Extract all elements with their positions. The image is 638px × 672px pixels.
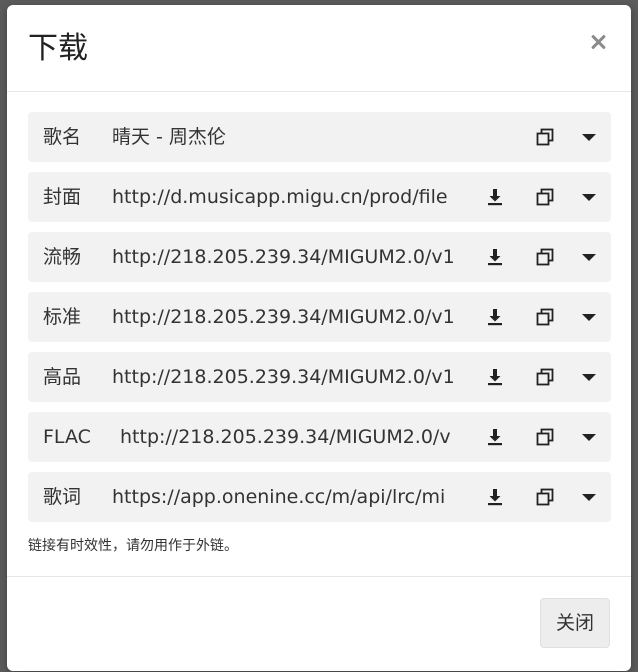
caret-down-icon[interactable] bbox=[579, 427, 599, 447]
row-label: 高品 bbox=[43, 366, 82, 388]
caret-down-icon[interactable] bbox=[579, 307, 599, 327]
row-value[interactable]: http://218.205.239.34/MIGUM2.0/v1 bbox=[112, 352, 458, 402]
close-button[interactable]: 关闭 bbox=[540, 598, 610, 648]
row-label: FLAC bbox=[43, 426, 91, 448]
download-icon[interactable] bbox=[485, 247, 505, 267]
download-row: 封面 http://d.musicapp.migu.cn/prod/file bbox=[28, 172, 611, 222]
copy-icon[interactable] bbox=[535, 487, 555, 507]
download-icon[interactable] bbox=[485, 307, 505, 327]
download-icon[interactable] bbox=[485, 427, 505, 447]
download-row: 高品 http://218.205.239.34/MIGUM2.0/v1 bbox=[28, 352, 611, 402]
download-row: FLAC http://218.205.239.34/MIGUM2.0/v bbox=[28, 412, 611, 462]
dialog-footer: 关闭 bbox=[7, 576, 631, 671]
row-value[interactable]: http://218.205.239.34/MIGUM2.0/v1 bbox=[112, 292, 458, 342]
copy-icon[interactable] bbox=[535, 127, 555, 147]
copy-icon[interactable] bbox=[535, 307, 555, 327]
dialog-header: 下载 bbox=[7, 5, 631, 92]
row-label: 封面 bbox=[43, 186, 82, 208]
row-label: 流畅 bbox=[43, 246, 82, 268]
close-icon[interactable] bbox=[587, 31, 609, 53]
download-icon[interactable] bbox=[485, 487, 505, 507]
download-icon[interactable] bbox=[485, 187, 505, 207]
download-row: 标准 http://218.205.239.34/MIGUM2.0/v1 bbox=[28, 292, 611, 342]
row-value[interactable]: http://218.205.239.34/MIGUM2.0/v1 bbox=[112, 232, 458, 282]
copy-icon[interactable] bbox=[535, 427, 555, 447]
download-row: 歌词 https://app.onenine.cc/m/api/lrc/mi bbox=[28, 472, 611, 522]
caret-down-icon[interactable] bbox=[579, 187, 599, 207]
caret-down-icon[interactable] bbox=[579, 247, 599, 267]
dialog-title: 下载 bbox=[28, 31, 88, 66]
download-dialog: 下载 歌名 晴天 - 周杰伦封面 http://d.musicapp.migu.cn… bbox=[7, 5, 631, 671]
copy-icon[interactable] bbox=[535, 187, 555, 207]
row-value[interactable]: https://app.onenine.cc/m/api/lrc/mi bbox=[112, 472, 458, 522]
download-row: 歌名 晴天 - 周杰伦 bbox=[28, 112, 611, 162]
caret-down-icon[interactable] bbox=[579, 367, 599, 387]
caret-down-icon[interactable] bbox=[579, 127, 599, 147]
expiry-note: 链接有时效性，请勿用作于外链。 bbox=[28, 538, 238, 554]
copy-icon[interactable] bbox=[535, 367, 555, 387]
dialog-body: 歌名 晴天 - 周杰伦封面 http://d.musicapp.migu.cn/pr… bbox=[28, 112, 611, 532]
caret-down-icon[interactable] bbox=[579, 487, 599, 507]
row-label: 歌词 bbox=[43, 486, 82, 508]
row-value[interactable]: http://218.205.239.34/MIGUM2.0/v bbox=[120, 412, 458, 462]
copy-icon[interactable] bbox=[535, 247, 555, 267]
row-value[interactable]: http://d.musicapp.migu.cn/prod/file bbox=[112, 172, 458, 222]
download-row: 流畅 http://218.205.239.34/MIGUM2.0/v1 bbox=[28, 232, 611, 282]
download-icon[interactable] bbox=[485, 367, 505, 387]
row-label: 歌名 bbox=[43, 126, 82, 148]
row-label: 标准 bbox=[43, 306, 82, 328]
row-value[interactable]: 晴天 - 周杰伦 bbox=[112, 112, 542, 162]
